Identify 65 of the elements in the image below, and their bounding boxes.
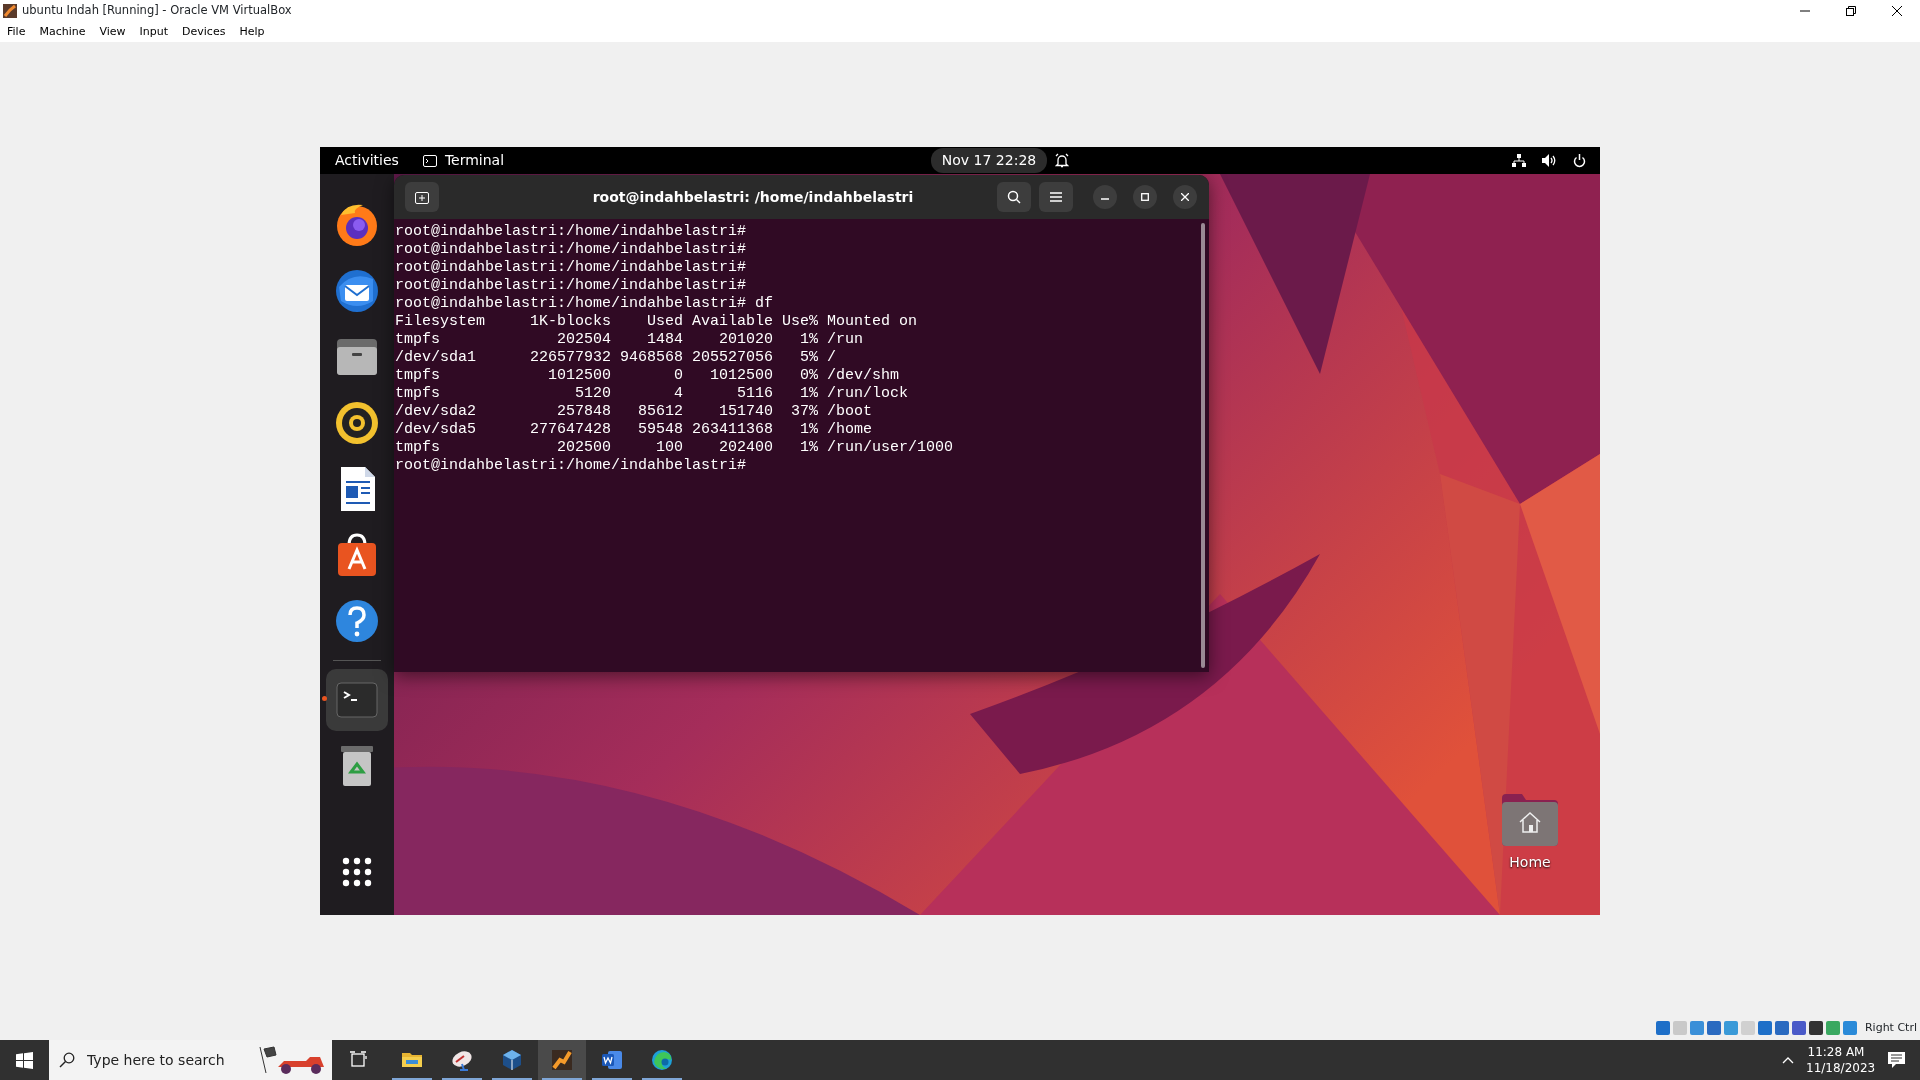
alarm-icon [1055, 153, 1070, 168]
terminal-line: root@indahbelastri:/home/indahbelastri# [395, 277, 747, 295]
terminal-line: tmpfs 202504 1484 201020 1% /run [395, 331, 864, 349]
close-button[interactable] [1173, 185, 1197, 209]
minimize-button[interactable] [1093, 185, 1117, 209]
terminal-line: root@indahbelastri:/home/indahbelastri# df [395, 295, 774, 313]
speaker-icon [333, 399, 381, 447]
menu-icon [1050, 192, 1062, 202]
menu-item[interactable]: Devices [175, 23, 233, 41]
terminal-line: /dev/sda1 226577932 9468568 205527056 5% / [395, 349, 837, 367]
terminal-line: root@indahbelastri:/home/indahbelastri# [395, 223, 747, 241]
menu-button[interactable] [1039, 182, 1073, 212]
terminal-line: root@indahbelastri:/home/indahbelastri# [395, 259, 747, 277]
paintbrush-icon [550, 1048, 574, 1072]
clock-button[interactable]: Nov 17 22:28 [930, 148, 1048, 173]
new-tab-icon [415, 190, 429, 204]
maximize-icon [1141, 193, 1149, 201]
network-icon [1512, 154, 1526, 167]
menu-item[interactable]: View [92, 23, 133, 41]
restore-icon [1846, 5, 1856, 16]
host-key-label: Right Ctrl [1864, 1019, 1917, 1036]
terminal-icon [422, 154, 437, 167]
terminal-title: root@indahbelastri: /home/indahbelastri [591, 187, 915, 207]
taskbar-clock[interactable]: 11:28 AM 11/18/2023 [1800, 1043, 1872, 1077]
volume-icon [1542, 154, 1557, 167]
home-folder-icon[interactable] [1502, 794, 1558, 846]
home-folder-label: Home [1509, 853, 1551, 872]
close-icon [1892, 5, 1902, 16]
message-icon [1887, 1051, 1905, 1069]
chevron-up-icon [1782, 1056, 1794, 1064]
search-button[interactable] [997, 182, 1031, 212]
activities-button[interactable]: Activities [320, 150, 411, 171]
terminal-line: root@indahbelastri:/home/indahbelastri# [395, 241, 747, 259]
new-tab-button[interactable] [405, 182, 439, 212]
mail-icon [333, 267, 381, 315]
menu-item[interactable]: Machine [32, 23, 93, 41]
terminal-line: tmpfs 202500 100 202400 1% /run/user/1000 [395, 439, 954, 457]
window-title: ubuntu Indah [Running] - Oracle VM VirtualBox [22, 2, 292, 20]
menu-item[interactable]: Help [232, 23, 272, 41]
document-icon [600, 1048, 624, 1072]
menu-item[interactable]: Input [132, 23, 176, 41]
satellite-dish-icon [450, 1048, 474, 1072]
window-panes-icon [16, 1051, 33, 1069]
swirl-icon [650, 1048, 674, 1072]
cube-icon [500, 1048, 524, 1072]
app-logo-icon [3, 4, 17, 18]
running-indicator [322, 696, 327, 701]
terminal-line: /dev/sda2 257848 85612 151740 37% /boot [395, 403, 873, 421]
terminal-line: tmpfs 1012500 0 1012500 0% /dev/shm [395, 367, 900, 385]
maximize-button[interactable] [1133, 185, 1157, 209]
grid-icon [340, 855, 374, 889]
task-view-icon [349, 1051, 369, 1069]
app-menu-button[interactable]: Terminal [410, 150, 517, 171]
search-field[interactable]: Type here to search [49, 1040, 244, 1080]
menu-item[interactable]: File [0, 23, 33, 41]
paintbrush-taskbar-button[interactable] [538, 1040, 586, 1080]
terminal-line: tmpfs 5120 4 5116 1% /run/lock [395, 385, 909, 403]
terminal-line: Filesystem 1K-blocks Used Available Use% Mounted on [395, 313, 918, 331]
close-icon [1181, 193, 1189, 201]
search-icon [1007, 190, 1021, 204]
help-icon [333, 597, 381, 645]
scrollbar[interactable] [1201, 223, 1205, 668]
power-icon [1573, 153, 1586, 168]
terminal-line: root@indahbelastri:/home/indahbelastri# [395, 457, 747, 475]
terminal-line: /dev/sda5 277647428 59548 263411368 1% /home [395, 421, 873, 439]
